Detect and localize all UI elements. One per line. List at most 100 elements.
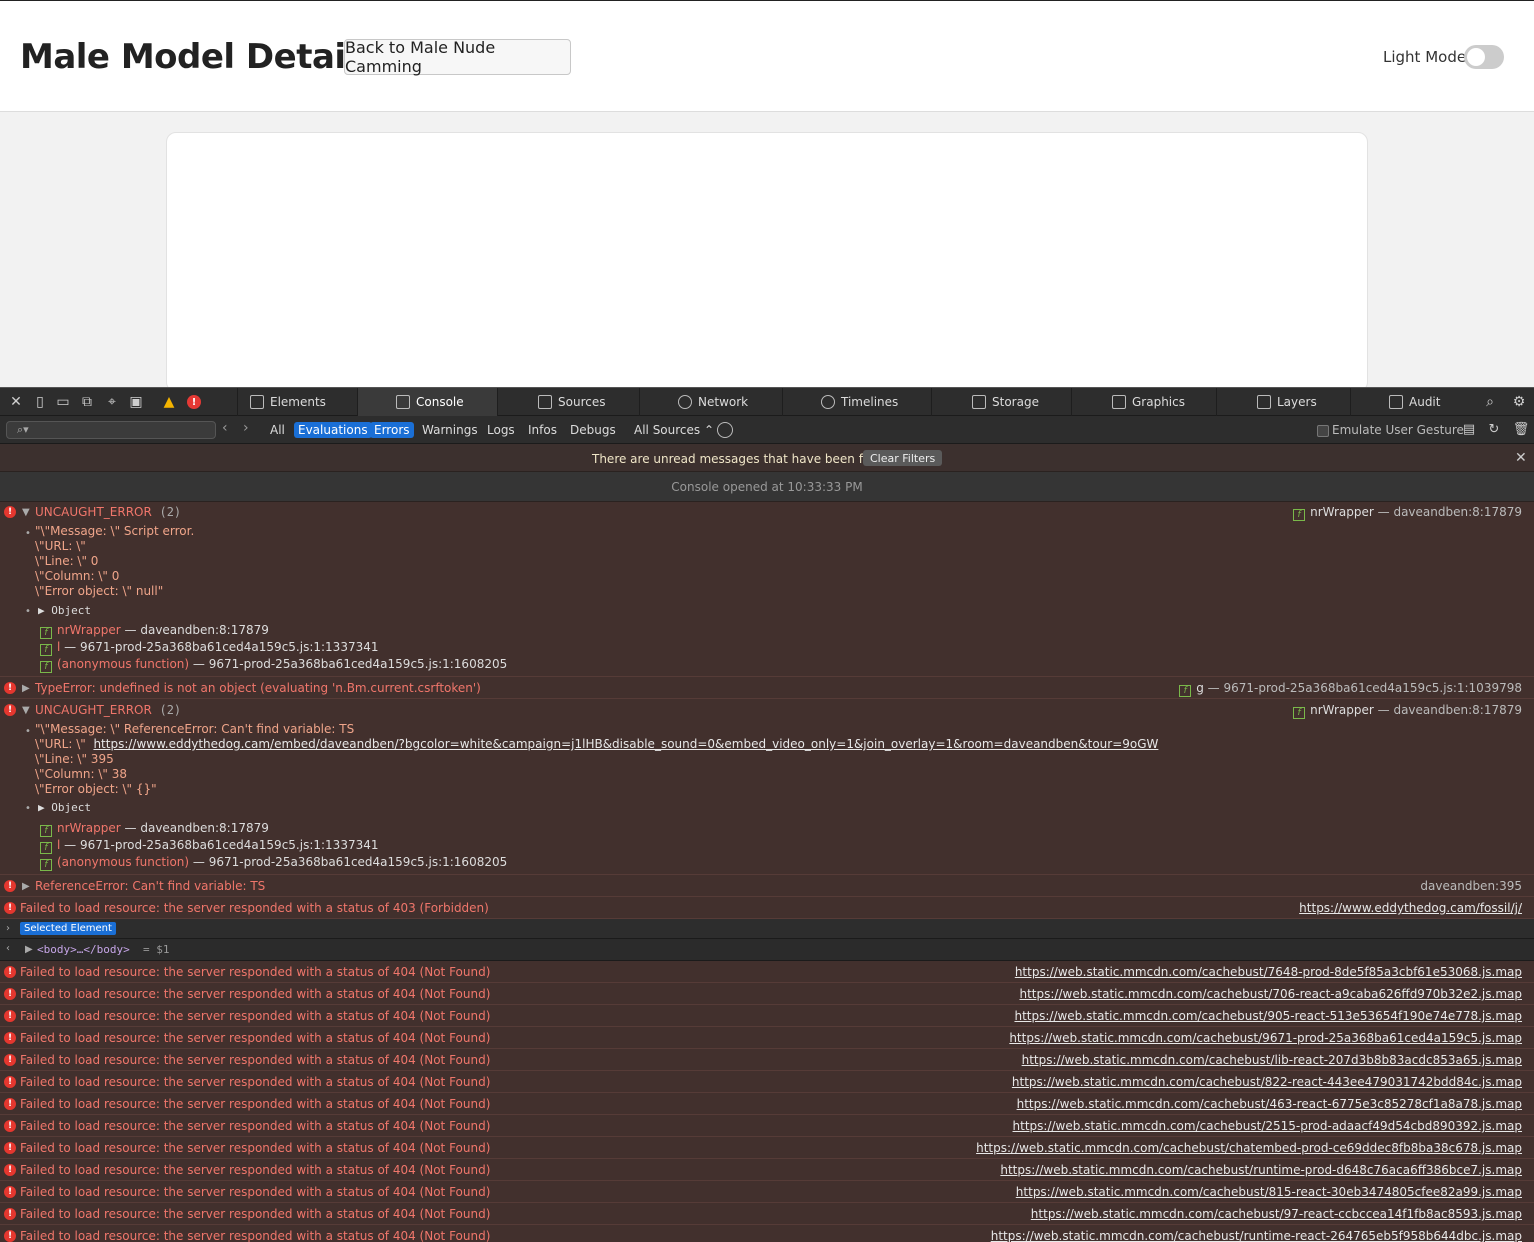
message-location[interactable]: daveandben:395 (1420, 879, 1522, 893)
chevron-right-icon[interactable]: › (6, 923, 10, 934)
console-message[interactable]: ! ▶ ReferenceError: Can't find variable:… (0, 875, 1534, 897)
console-message[interactable]: ! ▶ TypeError: undefined is not an objec… (0, 677, 1534, 699)
failure-url[interactable]: https://web.static.mmcdn.com/cachebust/c… (976, 1141, 1522, 1155)
failure-row[interactable]: ! Failed to load resource: the server res… (0, 1181, 1534, 1203)
level-infos[interactable]: Infos (524, 422, 561, 438)
object-expander[interactable]: ▶ Object (38, 604, 91, 617)
stack-frame[interactable]: f nrWrapper — daveandben:8:17879 (40, 821, 269, 837)
level-debugs[interactable]: Debugs (566, 422, 620, 438)
message-location[interactable]: fg — 9671-prod-25a368ba61ced4a159c5.js:1… (1179, 681, 1522, 697)
reload-icon[interactable]: ↻ (1487, 422, 1501, 437)
console-message[interactable]: ! ▼ UNCAUGHT_ERROR (2) f nrWrapper — dave… (0, 699, 1534, 875)
console-message[interactable]: ! Failed to load resource: the server re… (0, 897, 1534, 919)
failure-row[interactable]: ! Failed to load resource: the server res… (0, 1203, 1534, 1225)
failure-text: Failed to load resource: the server resp… (20, 1163, 491, 1177)
failure-url[interactable]: https://web.static.mmcdn.com/cachebust/l… (1022, 1053, 1522, 1067)
stack-frame[interactable]: fl — 9671-prod-25a368ba61ced4a159c5.js:1… (40, 838, 379, 854)
level-all[interactable]: All (266, 422, 289, 438)
disclosure-triangle-icon[interactable]: ▶ (22, 683, 30, 694)
failure-row[interactable]: ! Failed to load resource: the server res… (0, 1225, 1534, 1242)
failure-row[interactable]: ! Failed to load resource: the server res… (0, 1093, 1534, 1115)
tab-layers[interactable]: Layers (1216, 388, 1350, 416)
disclosure-triangle-icon[interactable]: ▶ (22, 881, 30, 892)
tab-audit[interactable]: Audit (1350, 388, 1476, 416)
emulate-user-gesture-checkbox[interactable] (1317, 425, 1329, 437)
disclosure-triangle-icon[interactable]: ▼ (22, 705, 30, 716)
stack-frame[interactable]: f (anonymous function) — 9671-prod-25a368… (40, 855, 507, 871)
device-icon[interactable]: ▣ (127, 393, 145, 411)
failure-row[interactable]: ! Failed to load resource: the server res… (0, 961, 1534, 983)
warning-icon[interactable]: ▲ (160, 393, 178, 411)
close-icon[interactable]: ✕ (7, 393, 25, 411)
previous-icon[interactable]: ‹ (222, 420, 228, 436)
level-evaluations[interactable]: Evaluations (294, 422, 372, 438)
undock-icon[interactable]: ⧉ (78, 393, 96, 411)
stack-frame[interactable]: f (anonymous function) — 9671-prod-25a368… (40, 657, 507, 673)
stack-frame[interactable]: f nrWrapper — daveandben:8:17879 (40, 623, 269, 639)
console-message[interactable]: ! ▼ UNCAUGHT_ERROR (2) f nrWrapper — dave… (0, 502, 1534, 677)
next-icon[interactable]: › (243, 420, 249, 436)
failure-url[interactable]: https://web.static.mmcdn.com/cachebust/2… (1013, 1119, 1522, 1133)
inspect-icon[interactable]: ⌖ (103, 393, 121, 411)
resource-link[interactable]: https://www.eddythedog.cam/fossil/j/ (1299, 901, 1522, 915)
message-location[interactable]: https://www.eddythedog.cam/fossil/j/ (1299, 901, 1522, 915)
failure-text: Failed to load resource: the server resp… (20, 1119, 491, 1133)
dock-left-icon[interactable]: ▯ (31, 393, 49, 411)
result-arrow-icon: ‹ (6, 943, 10, 954)
failure-url[interactable]: https://web.static.mmcdn.com/cachebust/9… (1031, 1207, 1522, 1221)
failure-url[interactable]: https://web.static.mmcdn.com/cachebust/9… (1009, 1031, 1522, 1045)
console-filter-input[interactable]: ⌕▾ (6, 421, 216, 439)
tab-sources[interactable]: Sources (497, 388, 639, 416)
failure-row[interactable]: ! Failed to load resource: the server res… (0, 983, 1534, 1005)
back-button[interactable]: Back to Male Nude Camming (344, 38, 571, 76)
tab-elements[interactable]: Elements (237, 388, 357, 416)
failure-row[interactable]: ! Failed to load resource: the server res… (0, 1071, 1534, 1093)
failure-url[interactable]: https://web.static.mmcdn.com/cachebust/r… (1000, 1163, 1522, 1177)
evaluation-result[interactable]: ‹ ▶ <body>…</body> = $1 (0, 939, 1534, 961)
function-icon: f (40, 842, 52, 854)
tab-timelines[interactable]: Timelines (782, 388, 931, 416)
gear-icon[interactable]: ⚙ (1510, 393, 1528, 411)
tab-network[interactable]: Network (639, 388, 782, 416)
failure-url[interactable]: https://web.static.mmcdn.com/cachebust/8… (1016, 1185, 1522, 1199)
error-icon[interactable]: ! (187, 395, 201, 409)
stack-frame[interactable]: fl — 9671-prod-25a368ba61ced4a159c5.js:1… (40, 640, 379, 656)
failure-row[interactable]: ! Failed to load resource: the server res… (0, 1005, 1534, 1027)
light-mode-toggle[interactable] (1464, 45, 1504, 69)
failure-row[interactable]: ! Failed to load resource: the server res… (0, 1027, 1534, 1049)
failure-url[interactable]: https://web.static.mmcdn.com/cachebust/9… (1014, 1009, 1522, 1023)
filter-options-icon[interactable] (717, 422, 733, 438)
function-icon: f (40, 661, 52, 673)
level-logs[interactable]: Logs (483, 422, 519, 438)
selected-element-bar[interactable]: › Selected Element (0, 919, 1534, 939)
disclosure-triangle-icon[interactable]: ▶ (25, 944, 33, 955)
tab-graphics[interactable]: Graphics (1071, 388, 1216, 416)
search-icon[interactable]: ⌕ (1481, 393, 1499, 411)
clear-filters-button[interactable]: Clear Filters (863, 450, 943, 466)
failure-row[interactable]: ! Failed to load resource: the server res… (0, 1115, 1534, 1137)
banner-close-icon[interactable]: ✕ (1515, 450, 1527, 466)
object-expander[interactable]: ▶ Object (38, 801, 91, 814)
failure-row[interactable]: ! Failed to load resource: the server res… (0, 1049, 1534, 1071)
trash-icon[interactable]: 🗑 (1513, 422, 1530, 437)
failure-url[interactable]: https://web.static.mmcdn.com/cachebust/7… (1019, 987, 1522, 1001)
error-url-link[interactable]: https://www.eddythedog.cam/embed/daveand… (93, 737, 1158, 751)
sources-select[interactable]: All Sources ⌃ (634, 423, 714, 437)
failure-url[interactable]: https://web.static.mmcdn.com/cachebust/7… (1015, 965, 1522, 979)
failure-row[interactable]: ! Failed to load resource: the server res… (0, 1137, 1534, 1159)
failure-url[interactable]: https://web.static.mmcdn.com/cachebust/4… (1017, 1097, 1522, 1111)
message-location[interactable]: f nrWrapper — daveandben:8:17879 (1293, 703, 1522, 719)
error-icon: ! (4, 1076, 16, 1088)
tab-console[interactable]: Console (357, 388, 497, 416)
dock-bottom-icon[interactable]: ▭ (54, 393, 72, 411)
level-errors[interactable]: Errors (370, 422, 414, 438)
message-location[interactable]: f nrWrapper — daveandben:8:17879 (1293, 505, 1522, 521)
clock-icon (821, 395, 835, 409)
tab-storage[interactable]: Storage (931, 388, 1071, 416)
failure-url[interactable]: https://web.static.mmcdn.com/cachebust/8… (1012, 1075, 1522, 1089)
sidebar-icon[interactable]: ▤ (1462, 422, 1476, 437)
level-warnings[interactable]: Warnings (418, 422, 482, 438)
failure-url[interactable]: https://web.static.mmcdn.com/cachebust/r… (991, 1229, 1522, 1242)
failure-row[interactable]: ! Failed to load resource: the server res… (0, 1159, 1534, 1181)
disclosure-triangle-icon[interactable]: ▼ (22, 507, 30, 518)
